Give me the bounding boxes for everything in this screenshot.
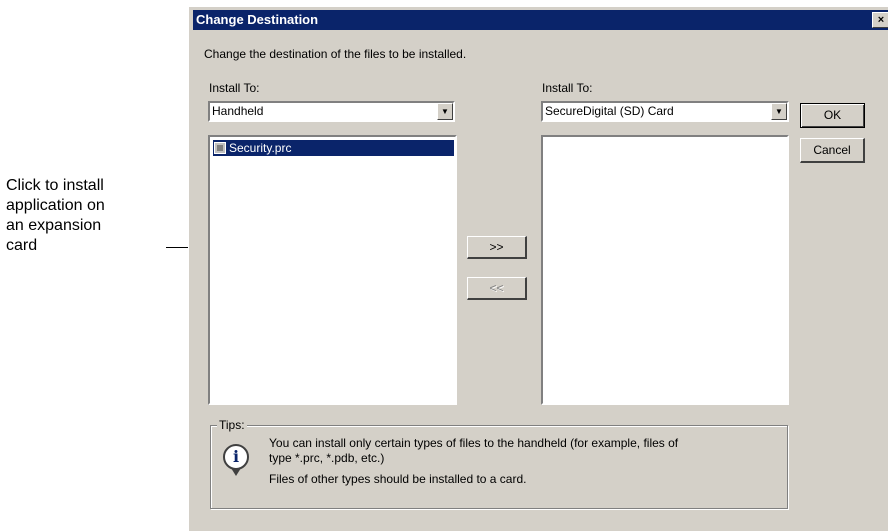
move-to-card-button[interactable]: >> [467,236,527,259]
left-install-to-label: Install To: [209,81,260,95]
chevron-down-icon[interactable]: ▼ [771,103,787,120]
file-name: Security.prc [229,141,292,155]
change-destination-dialog: Change Destination × Change the destinat… [188,6,888,531]
right-destination-value: SecureDigital (SD) Card [545,104,674,118]
move-to-handheld-button[interactable]: << [467,277,527,300]
ok-button[interactable]: OK [800,103,865,128]
title-bar[interactable]: Change Destination × [193,10,888,30]
info-icon-tail [231,468,241,476]
callout-line-2: application on [6,197,105,214]
left-destination-select[interactable]: Handheld ▼ [208,101,455,122]
dialog-title: Change Destination [196,12,319,27]
info-icon: i [223,444,249,470]
right-install-to-label: Install To: [542,81,593,95]
callout-line-4: card [6,237,38,254]
list-item[interactable]: Security.prc [213,140,454,156]
callout-annotation: Click to install application on an expan… [6,176,166,256]
left-destination-value: Handheld [212,104,264,118]
cancel-button[interactable]: Cancel [800,138,865,163]
left-file-list[interactable]: Security.prc [208,135,457,405]
callout-line-3: an expansion [6,217,102,234]
callout-line-1: Click to install [6,177,104,194]
right-file-list[interactable] [541,135,789,405]
instruction-text: Change the destination of the files to b… [204,47,467,61]
right-destination-select[interactable]: SecureDigital (SD) Card ▼ [541,101,789,122]
tips-line-3: Files of other types should be installed… [269,472,527,486]
tips-legend: Tips: [217,418,247,432]
tips-line-2: type *.prc, *.pdb, etc.) [269,451,385,465]
prc-file-icon [214,142,226,154]
chevron-down-icon[interactable]: ▼ [437,103,453,120]
tips-line-1: You can install only certain types of fi… [269,436,679,450]
close-button[interactable]: × [872,12,888,28]
tips-group: Tips: i You can install only certain typ… [210,418,788,509]
